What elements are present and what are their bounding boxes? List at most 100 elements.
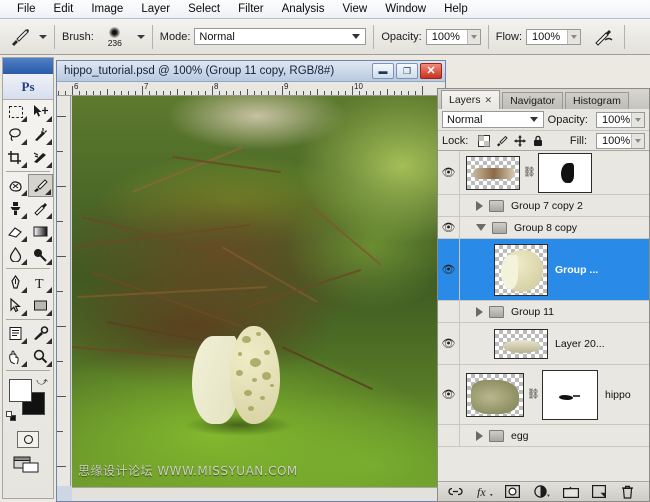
notes-tool[interactable] (3, 322, 28, 345)
new-adjustment-layer-button[interactable] (534, 485, 554, 498)
toolbox-title-bar[interactable] (3, 58, 53, 74)
eraser-tool[interactable] (3, 220, 28, 243)
link-layers-button[interactable] (447, 486, 467, 497)
layer-visibility-toggle[interactable]: 👁 (438, 151, 460, 194)
layer-visibility-toggle[interactable]: 👁 (438, 365, 460, 424)
lock-transparency-icon[interactable] (477, 134, 490, 147)
layer-thumbnail[interactable] (494, 329, 548, 359)
layer-visibility-toggle[interactable] (438, 301, 460, 322)
menu-item-image[interactable]: Image (82, 1, 132, 17)
flow-slider-button[interactable] (567, 30, 580, 44)
close-icon[interactable]: ✕ (485, 95, 493, 106)
opacity-slider-button[interactable] (467, 30, 480, 44)
marquee-tool[interactable] (3, 100, 28, 123)
type-tool[interactable]: T (28, 271, 53, 294)
layer-visibility-toggle[interactable] (438, 195, 460, 216)
clone-stamp-tool[interactable] (3, 197, 28, 220)
zoom-tool[interactable] (28, 345, 53, 368)
chevron-right-icon[interactable] (476, 307, 483, 317)
menu-item-filter[interactable]: Filter (229, 1, 273, 17)
chevron-down-icon[interactable] (476, 224, 486, 231)
close-button[interactable]: ✕ (420, 63, 442, 79)
menu-item-view[interactable]: View (333, 1, 376, 17)
vertical-ruler[interactable] (57, 96, 71, 486)
foreground-color-swatch[interactable] (9, 379, 32, 402)
fill-input[interactable]: 100% (596, 133, 645, 149)
panel-opacity-input[interactable]: 100% (596, 112, 645, 128)
layer-row[interactable]: 👁 ⛓ hippo (438, 365, 649, 425)
chevron-right-icon[interactable] (476, 201, 483, 211)
pen-tool[interactable] (3, 271, 28, 294)
layer-row-selected[interactable]: 👁 Group ... (438, 239, 649, 301)
menu-item-window[interactable]: Window (376, 1, 435, 17)
minimize-button[interactable]: ▬ (372, 63, 394, 79)
menu-item-edit[interactable]: Edit (45, 1, 83, 17)
tab-navigator[interactable]: Navigator (502, 92, 563, 109)
new-layer-button[interactable] (592, 485, 612, 498)
healing-brush-tool[interactable] (3, 174, 28, 197)
opacity-input[interactable]: 100% (426, 29, 481, 45)
crop-tool[interactable] (3, 146, 28, 169)
layer-blend-mode-select[interactable]: Normal (442, 111, 544, 128)
canvas-viewport[interactable]: 思缘设计论坛 WWW.MISSYUAN.COM (72, 96, 445, 501)
link-icon[interactable]: ⛓ (523, 167, 534, 178)
path-selection-tool[interactable] (3, 294, 28, 317)
layer-mask-thumbnail[interactable] (538, 153, 592, 193)
tab-layers[interactable]: Layers ✕ (441, 90, 500, 109)
brush-tool[interactable] (28, 174, 53, 197)
move-tool[interactable] (28, 100, 53, 123)
standard-mode-button[interactable] (17, 431, 39, 448)
restore-button[interactable]: ❐ (396, 63, 418, 79)
blend-mode-select[interactable]: Normal (194, 28, 366, 45)
delete-layer-button[interactable] (621, 485, 641, 499)
link-icon[interactable]: ⛓ (527, 389, 538, 400)
add-layer-mask-button[interactable] (505, 485, 525, 498)
menu-item-help[interactable]: Help (435, 1, 477, 17)
blur-tool[interactable] (3, 243, 28, 266)
layer-group-row[interactable]: 👁 Group 8 copy (438, 217, 649, 239)
layer-visibility-toggle[interactable]: 👁 (438, 239, 460, 300)
layer-visibility-toggle[interactable]: 👁 (438, 217, 460, 238)
layer-mask-thumbnail[interactable] (542, 370, 598, 420)
horizontal-ruler[interactable]: 6 7 8 9 10 (57, 82, 445, 96)
shape-tool[interactable] (28, 294, 53, 317)
layer-group-row[interactable]: egg (438, 425, 649, 447)
eyedropper-tool[interactable] (28, 322, 53, 345)
layer-thumbnail[interactable] (466, 156, 520, 190)
layer-visibility-toggle[interactable]: 👁 (438, 323, 460, 364)
dodge-tool[interactable] (28, 243, 53, 266)
menu-item-file[interactable]: File (8, 1, 45, 17)
layer-style-button[interactable]: fx (476, 485, 496, 498)
brush-tool-icon[interactable] (6, 25, 34, 49)
layer-thumbnail[interactable] (466, 373, 524, 417)
layer-group-row[interactable]: Group 7 copy 2 (438, 195, 649, 217)
horizontal-scrollbar[interactable] (72, 487, 445, 501)
lock-position-icon[interactable] (513, 134, 526, 147)
gradient-tool[interactable] (28, 220, 53, 243)
screen-mode-icon[interactable] (13, 455, 43, 475)
layer-group-row[interactable]: Group 11 (438, 301, 649, 323)
panel-opacity-slider-button[interactable] (631, 113, 644, 127)
brush-size-chevron-down-icon[interactable] (137, 35, 145, 39)
hand-tool[interactable] (3, 345, 28, 368)
layer-row[interactable]: 👁 ⛓ (438, 151, 649, 195)
swap-colors-icon[interactable]: ⤻ (36, 376, 48, 389)
brush-size-preview[interactable]: 236 (98, 22, 132, 52)
slice-tool[interactable] (28, 146, 53, 169)
fill-slider-button[interactable] (631, 134, 644, 148)
magic-wand-tool[interactable] (28, 123, 53, 146)
document-title-bar[interactable]: hippo_tutorial.psd @ 100% (Group 11 copy… (57, 61, 445, 82)
layer-list[interactable]: 👁 ⛓ Group 7 copy 2 👁 Group 8 copy 👁 (438, 151, 649, 481)
menu-item-select[interactable]: Select (179, 1, 229, 17)
menu-item-layer[interactable]: Layer (132, 1, 179, 17)
lock-image-icon[interactable] (495, 134, 508, 147)
flow-input[interactable]: 100% (526, 29, 581, 45)
new-group-button[interactable] (563, 486, 583, 498)
layer-visibility-toggle[interactable] (438, 425, 460, 446)
menu-item-analysis[interactable]: Analysis (273, 1, 334, 17)
layer-row[interactable]: 👁 Layer 20... (438, 323, 649, 365)
tab-histogram[interactable]: Histogram (565, 92, 629, 109)
chevron-right-icon[interactable] (476, 431, 483, 441)
default-colors-icon[interactable] (6, 411, 16, 421)
image-canvas[interactable]: 思缘设计论坛 WWW.MISSYUAN.COM (72, 96, 445, 501)
